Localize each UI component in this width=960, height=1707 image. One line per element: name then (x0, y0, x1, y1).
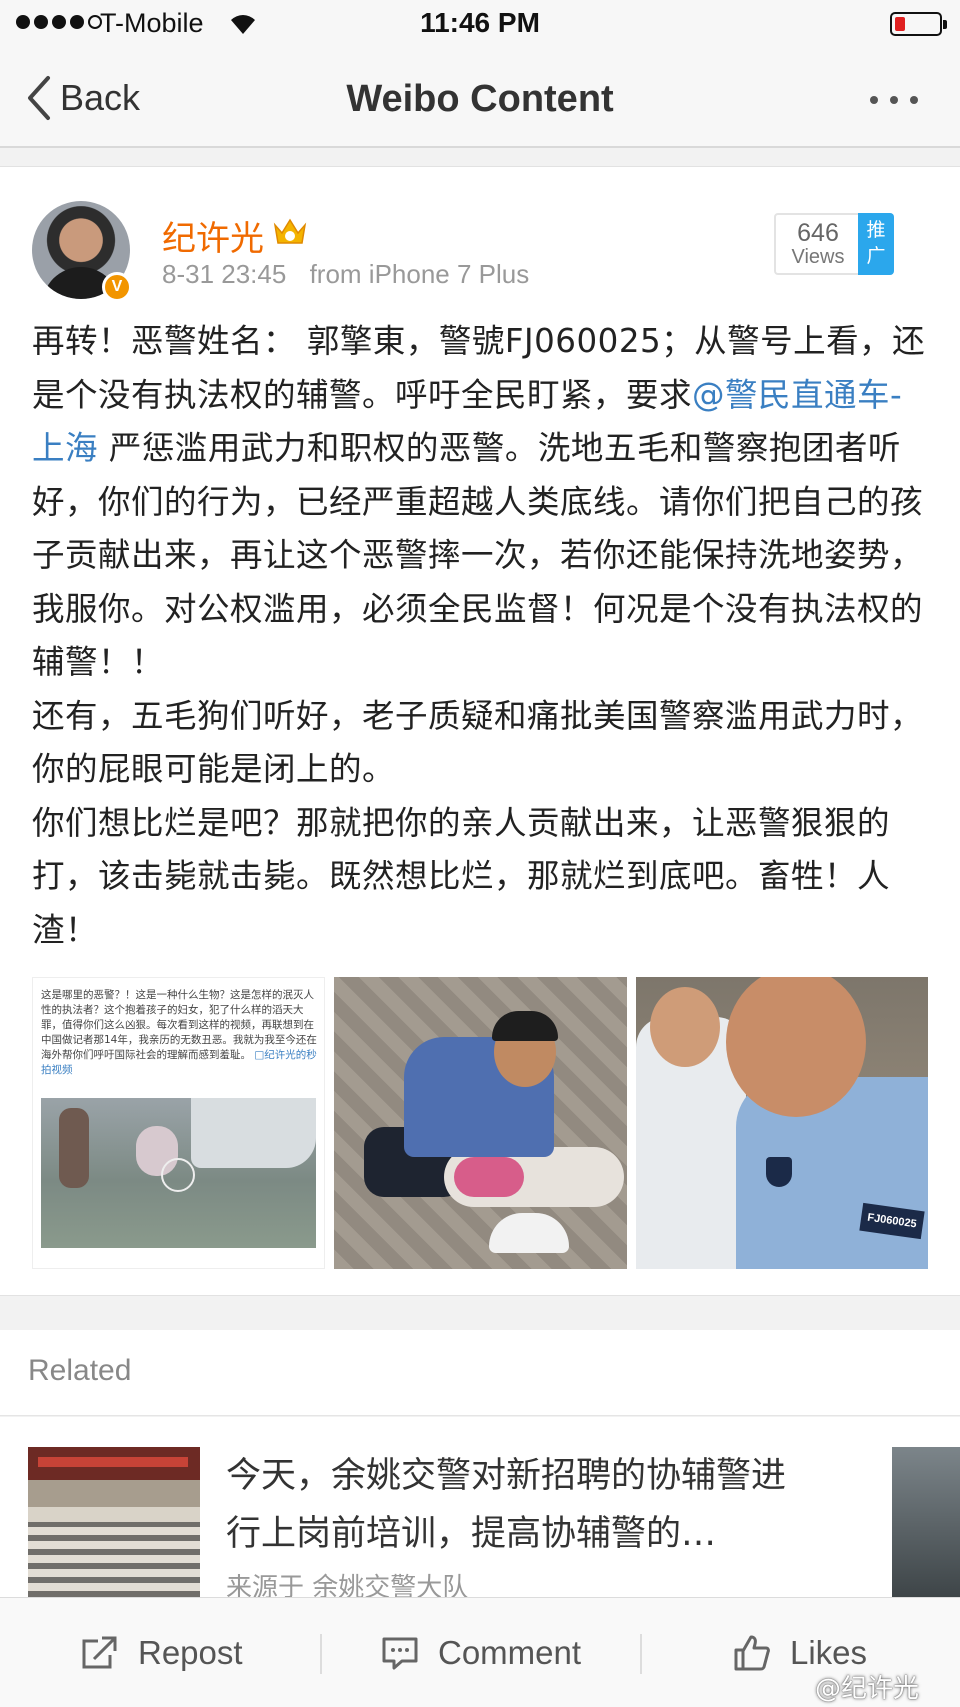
nav-bar: Back Weibo Content (0, 48, 960, 148)
comment-button[interactable]: Comment (380, 1628, 581, 1678)
related-title: Related (28, 1354, 132, 1387)
promote-button[interactable]: 推广 (858, 213, 894, 275)
post-timestamp: 8-31 23:45 (162, 259, 287, 289)
comment-icon (382, 1637, 418, 1670)
views-count: 646 (797, 219, 839, 247)
related-header: Related (0, 1330, 960, 1416)
repost-label: Repost (138, 1634, 243, 1671)
related-item-source: 来源于 余姚交警大队 (226, 1573, 469, 1597)
post-text-part4: 你们想比烂是吧？那就把你的亲人贡献出来，让恶警狠狠的打，该击毙就击毙。既然想比烂… (32, 803, 891, 949)
post-images: 这是哪里的恶警？！这是一种什么生物？这是怎样的泯灭人性的执法者？这个抱着孩子的妇… (32, 977, 928, 1272)
police-emblem-icon (766, 1157, 792, 1187)
thumbs-up-icon (734, 1635, 770, 1671)
related-thumbnail-2[interactable] (892, 1447, 960, 1597)
divider (640, 1634, 642, 1674)
post-image-1[interactable]: 这是哪里的恶警？！这是一种什么生物？这是怎样的泯灭人性的执法者？这个抱着孩子的妇… (32, 977, 325, 1269)
comment-label: Comment (438, 1634, 582, 1671)
ellipsis-icon (870, 96, 878, 104)
image-caption: 这是哪里的恶警？！这是一种什么生物？这是怎样的泯灭人性的执法者？这个抱着孩子的妇… (41, 988, 317, 1078)
clock: 11:46 PM (420, 7, 540, 38)
repost-button[interactable]: Repost (80, 1628, 243, 1678)
post-card: V 纪许光 8-31 23:45 from iPhone 7 Plus 646 … (0, 166, 960, 1296)
repost-icon (82, 1636, 117, 1669)
video-thumbnail (41, 1098, 316, 1248)
divider (320, 1634, 322, 1674)
likes-label: Likes (790, 1634, 868, 1671)
post-body: 再转！恶警姓名： 郭擎東，警號FJ060025；从警号上看，还是个没有执法权的辅… (32, 315, 932, 957)
related-item-text[interactable]: 今天，余姚交警对新招聘的协辅警进行上岗前培训，提高协辅警的… (226, 1447, 806, 1563)
bottom-action-bar: Repost Comment Likes @纪许光 (0, 1597, 960, 1707)
crown-icon (273, 218, 307, 244)
post-source: from iPhone 7 Plus (309, 259, 530, 289)
views-label: Views (791, 246, 845, 268)
post-image-3[interactable]: FJ060025 (636, 977, 928, 1269)
battery-icon (890, 12, 947, 36)
status-bar: T-Mobile 11:46 PM (0, 0, 960, 48)
post-text-part2: 严惩滥用武力和职权的恶警。洗地五毛和警察抱团者听好，你们的行为，已经严重超越人类… (32, 429, 924, 681)
weibo-watermark: @纪许光 (815, 1674, 920, 1704)
play-icon (161, 1158, 195, 1192)
verified-badge-icon: V (102, 272, 132, 302)
post-meta: 8-31 23:45 from iPhone 7 Plus (162, 259, 529, 290)
related-item[interactable]: 今天，余姚交警对新招聘的协辅警进行上岗前培训，提高协辅警的… 来源于 余姚交警大… (0, 1417, 960, 1597)
more-options-button[interactable] (870, 88, 930, 112)
post-image-2[interactable] (334, 977, 627, 1269)
author-name[interactable]: 纪许光 (162, 211, 264, 260)
post-text-part3: 还有，五毛狗们听好，老子质疑和痛批美国警察滥用武力时，你的屁眼可能是闭上的。 (32, 696, 924, 789)
page-title: Weibo Content (346, 78, 614, 120)
related-thumbnail[interactable] (28, 1447, 200, 1597)
views-box: 646 Views 推广 (774, 213, 894, 275)
